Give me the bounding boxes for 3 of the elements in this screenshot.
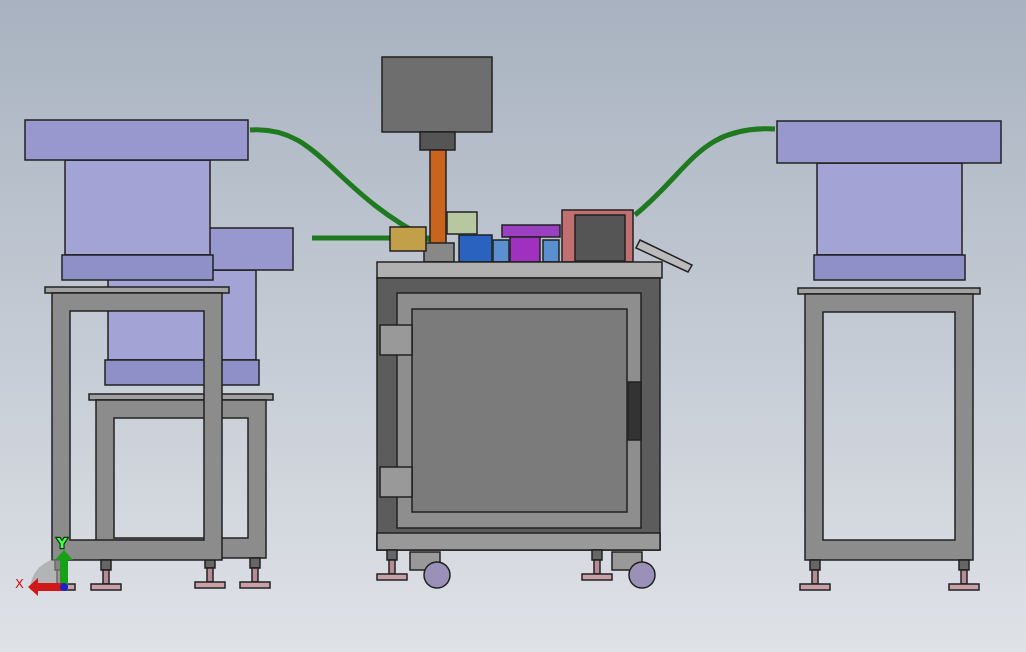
axis-triad-drawing xyxy=(28,550,73,596)
y-axis-label: Y xyxy=(57,535,68,551)
x-axis-label: X xyxy=(15,576,24,591)
